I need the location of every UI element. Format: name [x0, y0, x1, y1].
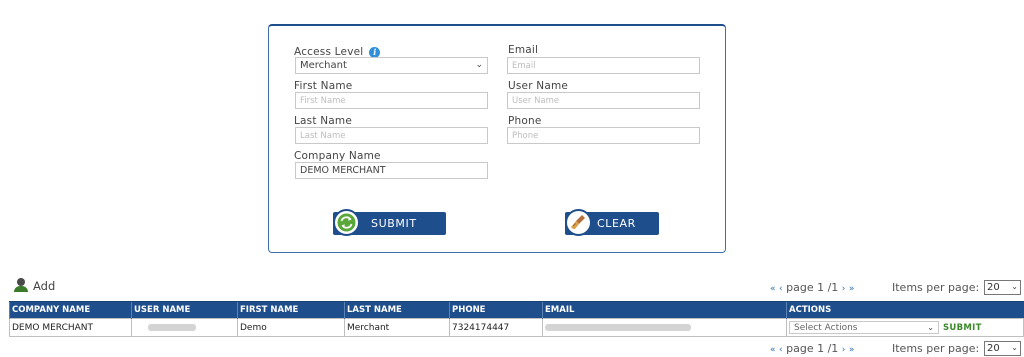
last-name-label: Last Name — [294, 115, 352, 127]
phone-field[interactable]: Phone — [507, 127, 700, 144]
row-submit-button[interactable]: SUBMIT — [943, 323, 982, 333]
clear-button-label: CLEAR — [597, 217, 636, 230]
cell-user-name — [131, 318, 238, 337]
broom-icon — [565, 209, 592, 236]
col-first-name[interactable]: FIRST NAME — [237, 301, 345, 319]
last-page-icon[interactable]: » — [849, 284, 855, 294]
prev-page-icon[interactable]: ‹ — [779, 284, 783, 294]
user-name-label: User Name — [508, 80, 569, 92]
cell-company-name: DEMO MERCHANT — [9, 318, 132, 337]
submit-button[interactable]: SUBMIT — [333, 209, 446, 236]
cell-email — [542, 318, 787, 337]
company-name-field[interactable]: DEMO MERCHANT — [295, 162, 488, 179]
items-per-page-value: 20 — [987, 343, 1000, 354]
cell-actions: Select Actions ⌄ SUBMIT — [786, 318, 1024, 337]
add-label: Add — [33, 279, 56, 293]
table-header-row: COMPANY NAME USER NAME FIRST NAME LAST N… — [9, 301, 1024, 319]
col-email[interactable]: EMAIL — [542, 301, 787, 319]
cell-last-name: Merchant — [344, 318, 450, 337]
chevron-down-icon: ⌄ — [1011, 343, 1018, 352]
clear-button[interactable]: CLEAR — [565, 209, 659, 236]
pager-top: « ‹ page 1 /1 › » — [770, 281, 854, 294]
pager-text: page 1 /1 — [786, 342, 839, 355]
actions-select-value: Select Actions — [794, 323, 858, 333]
add-link[interactable]: Add — [14, 278, 55, 293]
table-row: DEMO MERCHANT Demo Merchant 7324174447 S… — [9, 318, 1024, 337]
first-page-icon[interactable]: « — [770, 284, 776, 294]
first-name-label: First Name — [294, 80, 353, 92]
col-user-name[interactable]: USER NAME — [131, 301, 238, 319]
chevron-down-icon: ⌄ — [927, 323, 934, 332]
email-label: Email — [508, 44, 539, 56]
col-company-name[interactable]: COMPANY NAME — [9, 301, 132, 319]
chevron-down-icon: ⌄ — [475, 60, 483, 70]
user-add-icon — [14, 278, 28, 292]
user-name-field[interactable]: User Name — [507, 92, 700, 109]
first-page-icon[interactable]: « — [770, 345, 776, 355]
email-field[interactable]: Email — [507, 57, 700, 74]
next-page-icon[interactable]: › — [842, 345, 846, 355]
chevron-down-icon: ⌄ — [1011, 282, 1018, 291]
pager-text: page 1 /1 — [786, 281, 839, 294]
col-actions: ACTIONS — [786, 301, 1024, 319]
filter-panel: Access Level i Merchant ⌄ Email Email Fir… — [268, 24, 726, 253]
items-per-page-value: 20 — [987, 282, 1000, 293]
last-page-icon[interactable]: » — [849, 345, 855, 355]
access-level-value: Merchant — [300, 60, 347, 71]
col-last-name[interactable]: LAST NAME — [344, 301, 450, 319]
refresh-icon — [333, 209, 360, 236]
first-name-field[interactable]: First Name — [295, 92, 488, 109]
submit-button-label: SUBMIT — [371, 217, 417, 230]
company-name-label: Company Name — [294, 150, 381, 162]
cell-first-name: Demo — [237, 318, 345, 337]
pager-bottom: « ‹ page 1 /1 › » — [770, 342, 854, 355]
items-per-page-label: Items per page: — [892, 342, 980, 355]
items-per-page-select[interactable]: 20 ⌄ — [984, 341, 1021, 356]
actions-select[interactable]: Select Actions ⌄ — [789, 321, 939, 334]
access-level-select[interactable]: Merchant ⌄ — [295, 57, 488, 74]
last-name-field[interactable]: Last Name — [295, 127, 488, 144]
col-phone[interactable]: PHONE — [449, 301, 543, 319]
prev-page-icon[interactable]: ‹ — [779, 345, 783, 355]
items-per-page-label: Items per page: — [892, 281, 980, 294]
cell-phone: 7324174447 — [449, 318, 543, 337]
items-per-page-select[interactable]: 20 ⌄ — [984, 280, 1021, 295]
next-page-icon[interactable]: › — [842, 284, 846, 294]
phone-label: Phone — [508, 115, 542, 127]
redacted-user-name — [148, 323, 196, 331]
results-table: COMPANY NAME USER NAME FIRST NAME LAST N… — [9, 301, 1024, 337]
redacted-email — [545, 323, 691, 331]
